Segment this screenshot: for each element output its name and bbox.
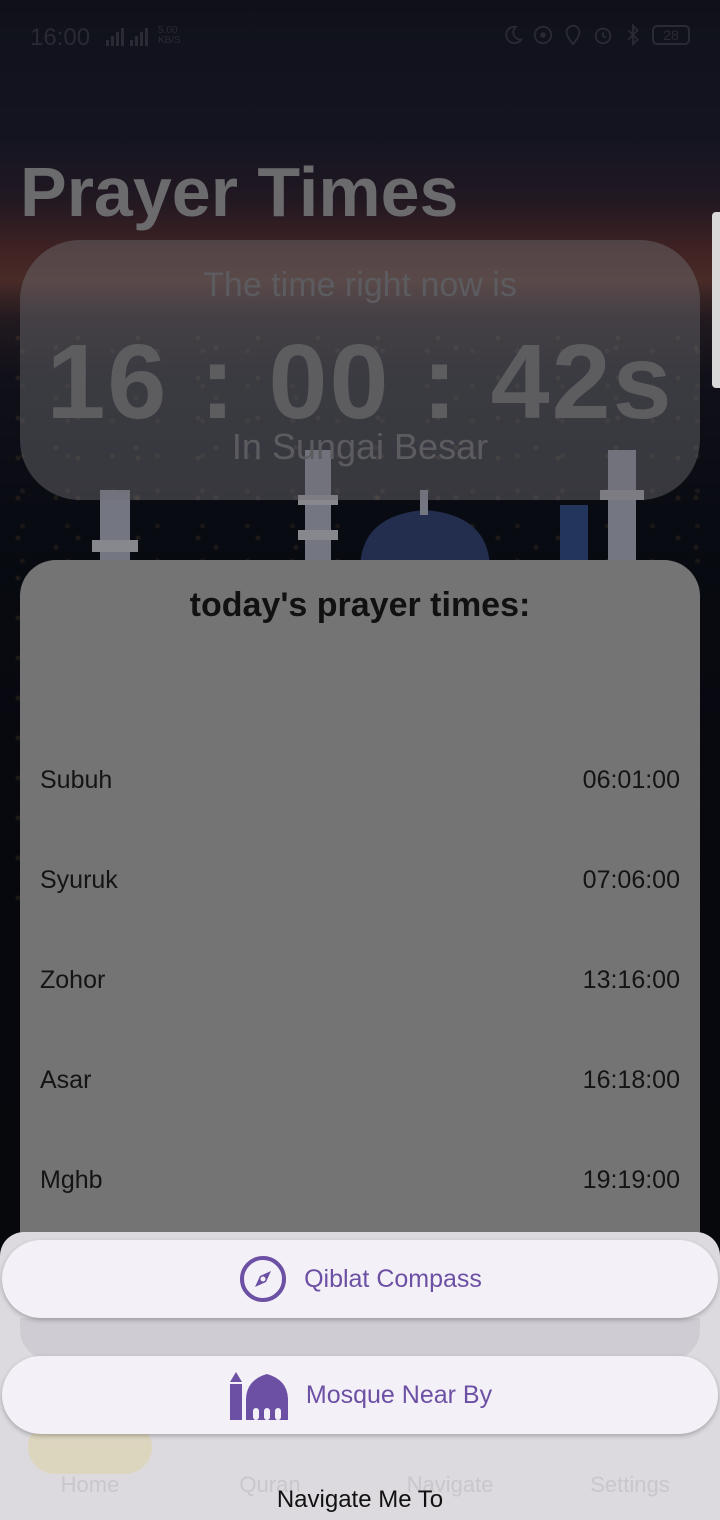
status-bar: 16:00 5.00 KB/S 28 <box>0 0 720 72</box>
net-speed: 5.00 KB/S <box>158 25 181 46</box>
prayer-time: 13:16:00 <box>582 965 680 994</box>
prayer-name: Asar <box>40 1065 92 1094</box>
qiblat-compass-button[interactable]: Qiblat Compass <box>2 1240 718 1318</box>
bluetooth-icon <box>627 24 639 46</box>
mosque-icon <box>229 1372 288 1420</box>
scrollbar[interactable] <box>712 212 720 388</box>
qiblat-compass-label: Qiblat Compass <box>304 1264 482 1293</box>
prayer-row: Syuruk 07:06:00 <box>40 860 680 900</box>
sheet-divider <box>20 1318 700 1360</box>
alarm-icon <box>594 27 612 45</box>
signal-icon <box>106 28 124 46</box>
prayer-row: Zohor 13:16:00 <box>40 960 680 1000</box>
compass-icon <box>240 1256 287 1302</box>
mosque-near-by-label: Mosque Near By <box>305 1380 493 1409</box>
prayer-row: Asar 16:18:00 <box>40 1060 680 1100</box>
battery-icon: 28 <box>652 25 690 45</box>
prayer-time: 07:06:00 <box>582 865 680 894</box>
clock-caption: The time right now is <box>203 266 517 304</box>
clock-location: In Sungai Besar <box>231 426 489 467</box>
prayer-card-title: today's prayer times: <box>189 586 531 624</box>
signal-icon-2 <box>130 28 148 46</box>
mosque-near-by-button[interactable]: Mosque Near By <box>2 1356 718 1434</box>
location-icon <box>565 24 581 46</box>
dnd-icon <box>533 25 553 45</box>
clock-card: The time right now is 16 : 00 : 42s In S… <box>20 240 700 500</box>
prayer-time: 19:19:00 <box>582 1165 680 1194</box>
prayer-row: Subuh 06:01:00 <box>40 760 680 800</box>
status-time: 16:00 <box>30 24 91 51</box>
prayer-row: Mghb 19:19:00 <box>40 1160 680 1200</box>
prayer-name: Subuh <box>40 765 113 794</box>
prayer-time: 16:18:00 <box>582 1065 680 1094</box>
prayer-name: Zohor <box>40 965 106 994</box>
status-icons: 28 <box>502 24 690 46</box>
moon-icon <box>505 25 524 45</box>
clock-time: 16 : 00 : 42s <box>46 323 674 441</box>
prayer-name: Mghb <box>40 1165 103 1194</box>
prayer-time: 06:01:00 <box>582 765 680 794</box>
network-indicators: 5.00 KB/S <box>106 26 181 46</box>
prayer-name: Syuruk <box>40 865 118 894</box>
navigate-me-to-label: Navigate Me To <box>276 1486 444 1513</box>
page-title: Prayer Times <box>20 153 459 231</box>
